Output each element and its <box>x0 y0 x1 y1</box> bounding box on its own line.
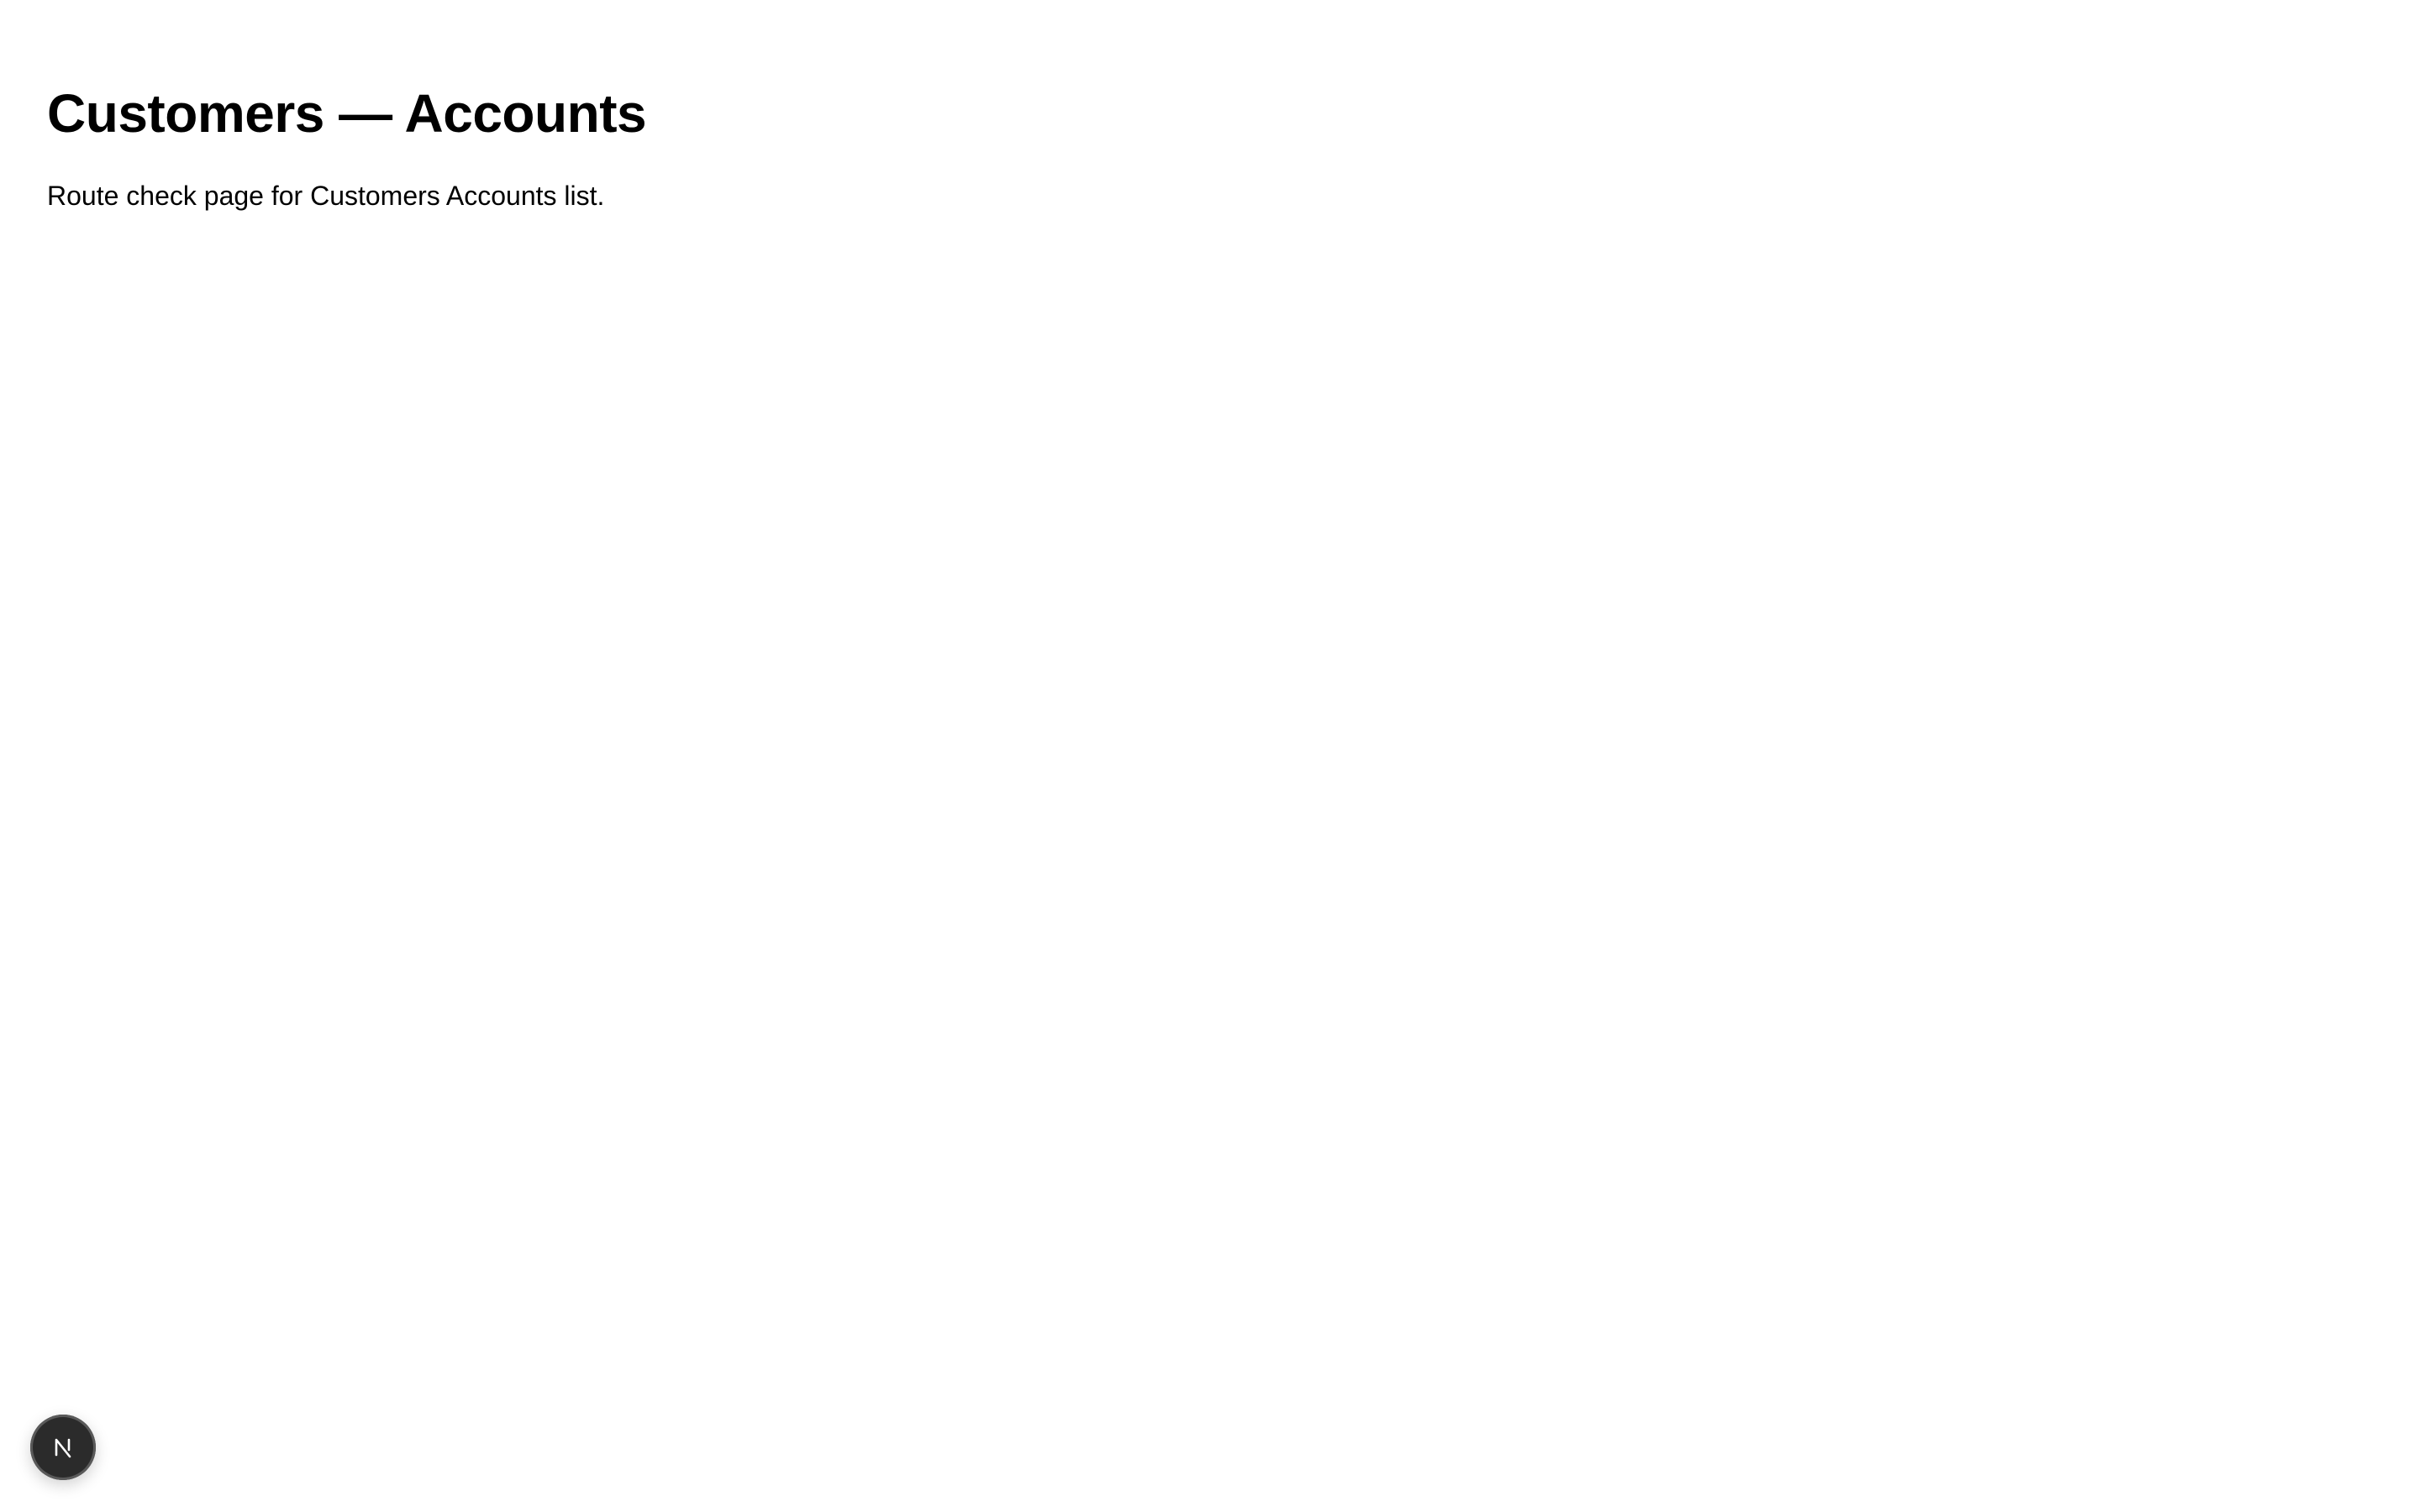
nextjs-dev-tools-button[interactable] <box>30 1415 96 1480</box>
nextjs-logo-icon <box>55 1438 71 1458</box>
page-title: Customers — Accounts <box>47 83 647 144</box>
main-content: Customers — Accounts Route check page fo… <box>47 83 647 213</box>
page: Customers — Accounts Route check page fo… <box>0 0 2420 1512</box>
page-description: Route check page for Customers Accounts … <box>47 181 605 212</box>
